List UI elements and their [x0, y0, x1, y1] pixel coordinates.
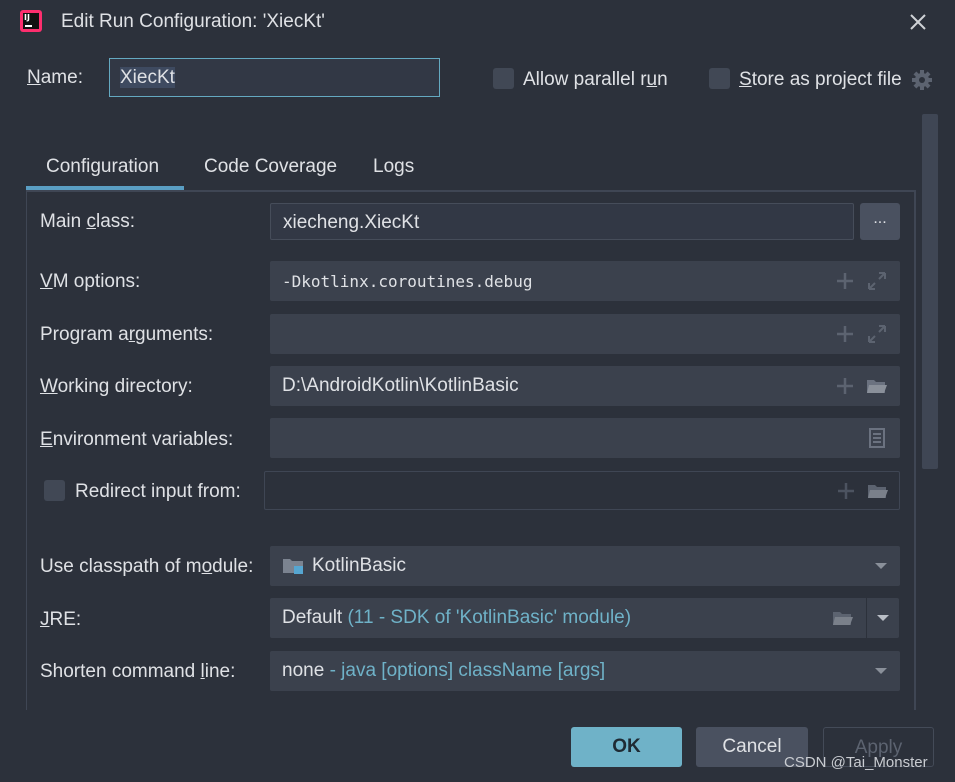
gear-icon[interactable] — [911, 69, 933, 91]
working-directory-input[interactable]: D:\AndroidKotlin\KotlinBasic — [270, 366, 900, 406]
intellij-app-icon: IJ — [20, 10, 42, 32]
close-button[interactable] — [904, 8, 932, 36]
redirect-input-field[interactable] — [264, 471, 900, 510]
document-icon[interactable] — [866, 427, 888, 449]
jre-dropdown-button[interactable] — [866, 598, 899, 638]
name-label: Name: — [27, 67, 83, 88]
expand-icon[interactable] — [866, 270, 888, 292]
working-directory-label: Working directory: — [40, 376, 193, 397]
shorten-command-line-text: none - java [options] className [args] — [282, 660, 606, 681]
watermark: CSDN @Tai_Monster — [784, 754, 928, 771]
plus-icon[interactable] — [834, 323, 856, 345]
jre-text: Default (11 - SDK of 'KotlinBasic' modul… — [282, 607, 632, 628]
environment-variables-input[interactable] — [270, 418, 900, 458]
name-input-value: XiecKt — [120, 67, 175, 88]
close-icon — [910, 14, 926, 30]
folder-icon[interactable] — [867, 480, 889, 502]
program-arguments-label: Program arguments: — [40, 324, 214, 345]
classpath-module-select[interactable]: KotlinBasic — [270, 546, 900, 586]
redirect-input-label: Redirect input from: — [75, 481, 241, 502]
browse-main-class-button[interactable]: ... — [860, 203, 900, 240]
allow-parallel-checkbox[interactable] — [493, 68, 514, 89]
main-class-value: xiecheng.XiecKt — [283, 212, 420, 233]
window-title: Edit Run Configuration: 'XiecKt' — [61, 11, 325, 32]
chevron-down-icon — [875, 563, 887, 569]
plus-icon[interactable] — [834, 270, 856, 292]
store-project-label: Store as project file — [739, 69, 902, 90]
classpath-module-value: KotlinBasic — [312, 555, 406, 576]
chevron-down-icon — [875, 668, 887, 674]
main-class-label: Main class: — [40, 211, 136, 232]
tab-logs[interactable]: Logs — [373, 156, 414, 178]
classpath-module-label: Use classpath of module: — [40, 556, 254, 577]
ok-button[interactable]: OK — [571, 727, 682, 767]
environment-variables-label: Environment variables: — [40, 429, 234, 450]
folder-icon[interactable] — [866, 375, 888, 397]
program-arguments-input[interactable] — [270, 314, 900, 354]
tab-code-coverage[interactable]: Code Coverage — [204, 156, 337, 178]
vertical-scrollbar[interactable] — [922, 114, 938, 469]
tab-configuration[interactable]: Configuration — [46, 156, 159, 178]
folder-icon[interactable] — [832, 607, 854, 629]
allow-parallel-label: Allow parallel run — [523, 69, 668, 90]
jre-input[interactable]: Default (11 - SDK of 'KotlinBasic' modul… — [270, 598, 866, 638]
expand-icon[interactable] — [866, 323, 888, 345]
main-class-input[interactable]: xiecheng.XiecKt — [270, 203, 854, 240]
chevron-down-icon — [877, 615, 889, 621]
vm-options-label: VM options: — [40, 271, 141, 292]
working-directory-value: D:\AndroidKotlin\KotlinBasic — [282, 375, 519, 396]
jre-label: JRE: — [40, 609, 82, 630]
module-folder-icon — [283, 559, 303, 574]
shorten-command-line-label: Shorten command line: — [40, 661, 236, 682]
vm-options-input[interactable]: -Dkotlinx.coroutines.debug — [270, 261, 900, 301]
shorten-command-line-select[interactable]: none - java [options] className [args] — [270, 651, 900, 691]
plus-icon[interactable] — [834, 375, 856, 397]
redirect-input-checkbox[interactable] — [44, 480, 65, 501]
store-project-checkbox[interactable] — [709, 68, 730, 89]
plus-icon[interactable] — [835, 480, 857, 502]
name-input[interactable]: XiecKt — [109, 58, 440, 97]
vm-options-value: -Dkotlinx.coroutines.debug — [282, 272, 533, 291]
